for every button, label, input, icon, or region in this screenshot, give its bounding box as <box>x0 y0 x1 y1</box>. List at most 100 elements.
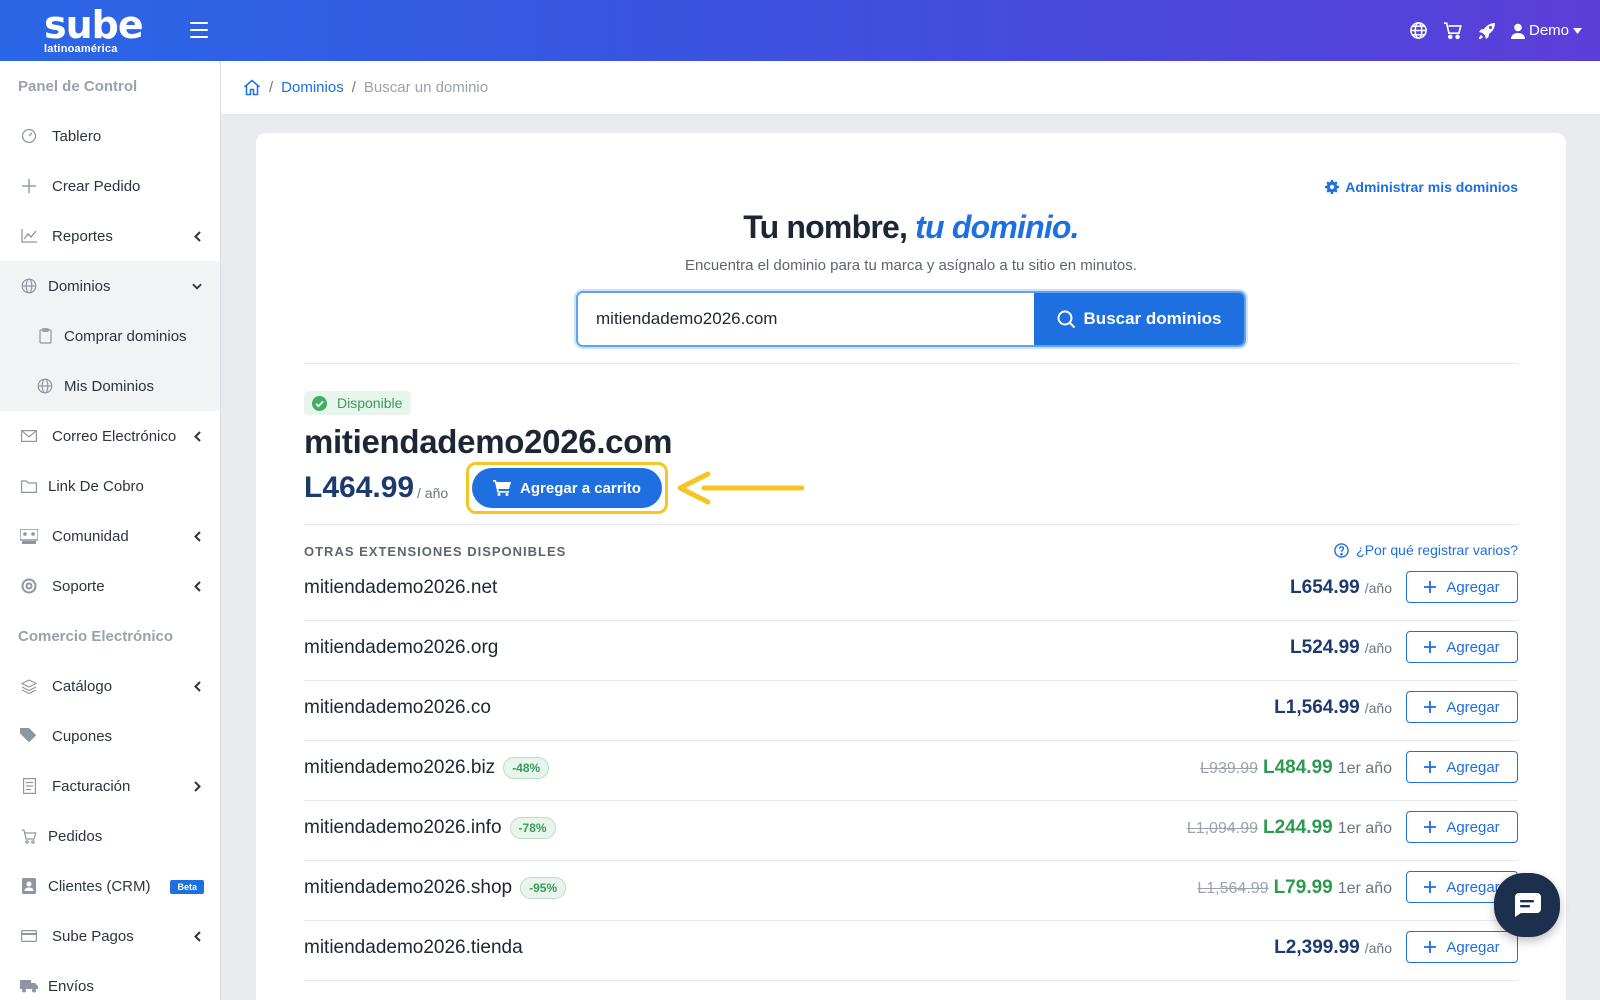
sidebar-section-ecommerce: Comercio Electrónico <box>18 627 174 645</box>
extension-price: L654.99/año <box>1290 577 1392 599</box>
user-name: Demo <box>1528 22 1569 39</box>
sidebar-item-mis-dominios[interactable]: Mis Dominios <box>0 361 220 411</box>
sidebar-item-clientes[interactable]: Clientes (CRM) Beta <box>0 861 220 911</box>
domain-search-input[interactable] <box>578 293 1034 345</box>
old-price: L939.99 <box>1200 760 1258 777</box>
extension-domain-name: mitiendademo2026.org <box>304 637 499 658</box>
add-to-cart-label: Agregar a carrito <box>520 479 641 497</box>
rocket-icon[interactable] <box>1477 21 1497 41</box>
current-price: L2,399.99 <box>1274 937 1360 958</box>
sidebar-item-label: Comunidad <box>52 527 129 545</box>
current-price: L1,564.99 <box>1274 697 1360 718</box>
sidebar-item-link-cobro[interactable]: Link De Cobro <box>0 461 220 511</box>
current-price: L484.99 <box>1263 757 1333 778</box>
sidebar-item-comunidad[interactable]: Comunidad <box>0 511 220 561</box>
breadcrumb: / Dominios / Buscar un dominio <box>221 61 1600 115</box>
add-to-cart-button[interactable]: Agregar a carrito <box>472 468 662 508</box>
globe-icon[interactable] <box>1409 21 1429 41</box>
current-price: L244.99 <box>1263 817 1333 838</box>
user-menu[interactable]: Demo <box>1510 22 1582 39</box>
add-extension-button[interactable]: Agregar <box>1406 691 1518 723</box>
cart-icon <box>493 480 512 496</box>
domain-search-bar: Buscar dominios <box>576 291 1246 347</box>
breadcrumb-separator: / <box>351 79 356 96</box>
extension-domain: mitiendademo2026.co <box>304 697 491 719</box>
layers-icon <box>20 677 38 695</box>
extension-row: mitiendademo2026.net L654.99/año Agregar <box>304 561 1518 621</box>
contact-card-icon <box>20 877 38 895</box>
chart-line-icon <box>20 227 38 245</box>
extension-domain: mitiendademo2026.tienda <box>304 937 523 959</box>
add-extension-button[interactable]: Agregar <box>1406 931 1518 963</box>
chevron-left-icon <box>192 429 202 443</box>
add-extension-button[interactable]: Agregar <box>1406 811 1518 843</box>
sidebar-section-panel: Panel de Control <box>18 77 138 95</box>
sidebar-item-correo[interactable]: Correo Electrónico <box>0 411 220 461</box>
extension-domain-name: mitiendademo2026.shop <box>304 877 513 898</box>
add-extension-label: Agregar <box>1446 758 1500 776</box>
extension-domain-name: mitiendademo2026.tienda <box>304 937 523 958</box>
sidebar-item-comprar-dominios[interactable]: Comprar dominios <box>0 311 220 361</box>
sidebar-item-facturacion[interactable]: Facturación <box>0 761 220 811</box>
extension-row: mitiendademo2026.co L1,564.99/año Agregar <box>304 681 1518 741</box>
cart-icon[interactable] <box>1443 21 1463 41</box>
sidebar-item-reportes[interactable]: Reportes <box>0 211 220 261</box>
chevron-left-icon <box>192 679 202 693</box>
add-extension-label: Agregar <box>1446 698 1500 716</box>
why-register-link[interactable]: ¿Por qué registrar varios? <box>1334 542 1518 558</box>
sidebar-item-soporte[interactable]: Soporte <box>0 561 220 611</box>
price-unit: /año <box>1364 580 1392 596</box>
menu-toggle-icon[interactable] <box>190 22 208 38</box>
price-unit: /año <box>1364 700 1392 716</box>
extension-price: L1,564.99/año <box>1274 697 1392 719</box>
sidebar-item-label: Soporte <box>52 577 105 595</box>
sidebar-item-crear-pedido[interactable]: Crear Pedido <box>0 161 220 211</box>
gear-icon <box>1325 180 1340 194</box>
add-extension-button[interactable]: Agregar <box>1406 571 1518 603</box>
add-extension-button[interactable]: Agregar <box>1406 631 1518 663</box>
chevron-left-icon <box>192 529 202 543</box>
top-right-actions: Demo <box>1409 0 1582 61</box>
logo-main-text: sube <box>44 3 144 47</box>
sidebar-item-label: Sube Pagos <box>52 927 134 945</box>
breadcrumb-dominios[interactable]: Dominios <box>281 79 344 96</box>
sidebar-item-tablero[interactable]: Tablero <box>0 111 220 161</box>
title-part-2: tu dominio. <box>915 209 1079 245</box>
old-price: L1,094.99 <box>1186 820 1258 837</box>
sidebar-item-catalogo[interactable]: Catálogo <box>0 661 220 711</box>
add-extension-button[interactable]: Agregar <box>1406 751 1518 783</box>
chat-widget-button[interactable] <box>1494 873 1560 937</box>
plus-icon <box>1424 761 1437 773</box>
why-register-label: ¿Por qué registrar varios? <box>1356 542 1518 558</box>
title-part-1: Tu nombre, <box>743 209 916 245</box>
extension-domain-name: mitiendademo2026.info <box>304 817 502 838</box>
sidebar-item-dominios[interactable]: Dominios <box>0 261 220 311</box>
home-icon[interactable] <box>243 79 261 96</box>
check-circle-icon <box>312 395 327 411</box>
sidebar-item-pedidos[interactable]: Pedidos <box>0 811 220 861</box>
sube-logo[interactable]: sube latinoamérica <box>44 3 144 56</box>
page-subtitle: Encuentra el dominio para tu marca y así… <box>685 257 1137 274</box>
basket-icon <box>20 827 38 845</box>
search-button-label: Buscar dominios <box>1083 309 1222 328</box>
add-extension-label: Agregar <box>1446 878 1500 896</box>
lifebuoy-icon <box>20 577 38 595</box>
chevron-left-icon <box>192 929 202 943</box>
plus-icon <box>1424 581 1437 593</box>
breadcrumb-current: Buscar un dominio <box>363 79 489 96</box>
search-domains-button[interactable]: Buscar dominios <box>1034 293 1244 345</box>
extension-row: mitiendademo2026.biz -48% L939.99 L484.99 1e… <box>304 741 1518 801</box>
sidebar-item-sube-pagos[interactable]: Sube Pagos <box>0 911 220 961</box>
sidebar-item-cupones[interactable]: Cupones <box>0 711 220 761</box>
sidebar-item-label: Correo Electrónico <box>52 427 177 445</box>
breadcrumb-separator: / <box>269 79 274 96</box>
price-unit: /año <box>1364 640 1392 656</box>
sidebar-item-label: Facturación <box>52 777 131 795</box>
availability-label: Disponible <box>337 395 403 411</box>
domain-price: L464.99 <box>304 471 415 504</box>
price-unit: 1er año <box>1337 820 1392 837</box>
manage-domains-link[interactable]: Administrar mis dominios <box>1325 179 1518 195</box>
sidebar-item-envios[interactable]: Envíos <box>0 961 220 1000</box>
sidebar-item-label: Clientes (CRM) <box>48 877 151 895</box>
extension-row: mitiendademo2026.org L524.99/año Agregar <box>304 621 1518 681</box>
